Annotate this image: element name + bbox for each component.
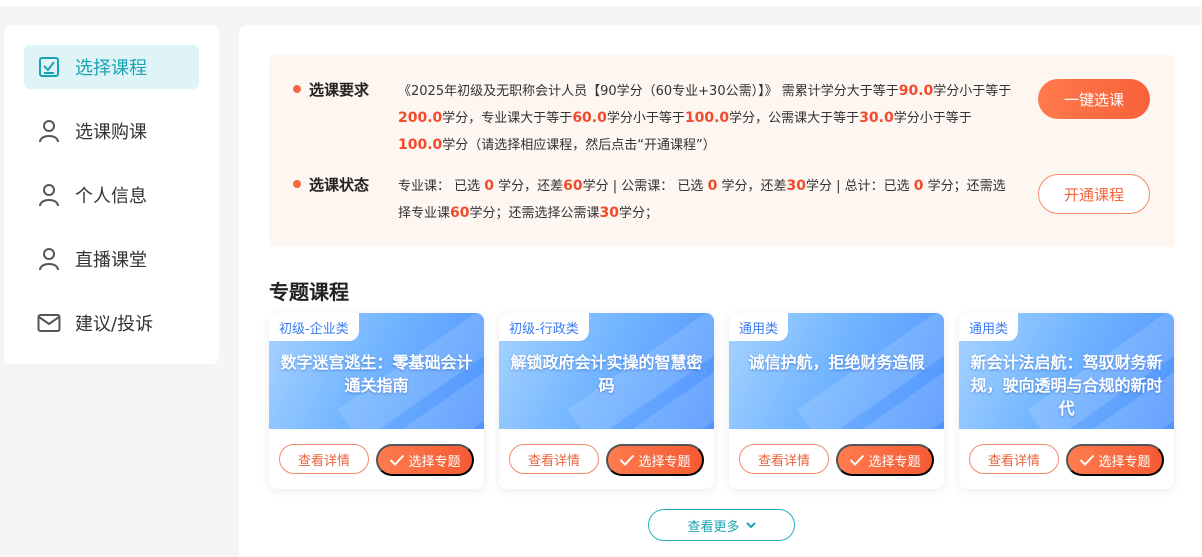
sidebar-item-personal-info[interactable]: 个人信息 bbox=[24, 173, 199, 217]
card-title: 新会计法启航：驾驭财务新规，驶向透明与合规的新时代 bbox=[970, 353, 1163, 418]
card-tag: 通用类 bbox=[959, 313, 1019, 341]
bullet-dot-icon bbox=[293, 85, 301, 93]
status-title: 选课状态 bbox=[293, 173, 398, 227]
user-icon bbox=[36, 118, 62, 144]
user-icon bbox=[36, 182, 62, 208]
sidebar: 选择课程 选课购课 个人信息 直播课堂 建议/投诉 bbox=[4, 25, 219, 364]
one-click-select-button[interactable]: 一键选课 bbox=[1038, 79, 1150, 119]
mail-icon bbox=[36, 310, 62, 336]
card-banner[interactable]: 初级-行政类 解锁政府会计实操的智慧密码 bbox=[499, 313, 714, 429]
user-icon bbox=[36, 246, 62, 272]
view-details-button[interactable]: 查看详情 bbox=[739, 444, 829, 474]
card-tag: 通用类 bbox=[729, 313, 789, 341]
course-card: 通用类 新会计法启航：驾驭财务新规，驶向透明与合规的新时代 查看详情 选择专题 bbox=[959, 313, 1174, 489]
chevron-down-icon bbox=[745, 521, 756, 528]
requirement-text: 《2025年初级及无职称会计人员【90学分（60专业+30公需）】》 需累计学分… bbox=[398, 83, 1012, 153]
select-topic-button[interactable]: 选择专题 bbox=[606, 444, 704, 476]
section-title: 专题课程 bbox=[269, 280, 349, 304]
sidebar-item-live-class[interactable]: 直播课堂 bbox=[24, 237, 199, 281]
bullet-dot-icon bbox=[293, 180, 301, 188]
card-banner[interactable]: 通用类 诚信护航，拒绝财务造假 bbox=[729, 313, 944, 429]
top-bar bbox=[0, 0, 1202, 6]
open-course-button[interactable]: 开通课程 bbox=[1038, 174, 1150, 214]
status-text: 专业课： 已选 0 学分，还差60学分 | 公需课： 已选 0 学分，还差30学… bbox=[398, 178, 1006, 221]
view-more-button[interactable]: 查看更多 bbox=[648, 509, 795, 541]
card-banner[interactable]: 通用类 新会计法启航：驾驭财务新规，驶向透明与合规的新时代 bbox=[959, 313, 1174, 429]
sidebar-item-select-course[interactable]: 选择课程 bbox=[24, 45, 199, 89]
requirement-row: 选课要求 《2025年初级及无职称会计人员【90学分（60专业+30公需）】》 … bbox=[293, 78, 1013, 159]
sidebar-item-label: 选择课程 bbox=[75, 58, 147, 79]
check-icon bbox=[850, 454, 865, 466]
course-card: 初级-企业类 数字迷宫逃生：零基础会计通关指南 查看详情 选择专题 bbox=[269, 313, 484, 489]
check-icon bbox=[390, 454, 405, 466]
sidebar-item-feedback[interactable]: 建议/投诉 bbox=[24, 301, 199, 345]
checkbox-icon bbox=[36, 54, 62, 80]
card-title: 诚信护航，拒绝财务造假 bbox=[748, 353, 925, 372]
sidebar-item-label: 个人信息 bbox=[75, 186, 147, 207]
card-tag: 初级-企业类 bbox=[269, 313, 359, 341]
card-title: 数字迷宫逃生：零基础会计通关指南 bbox=[280, 353, 473, 395]
sidebar-item-label: 建议/投诉 bbox=[75, 314, 154, 335]
sidebar-item-label: 直播课堂 bbox=[75, 250, 147, 271]
main-panel: 选课要求 《2025年初级及无职称会计人员【90学分（60专业+30公需）】》 … bbox=[239, 25, 1202, 557]
check-icon bbox=[1080, 454, 1095, 466]
sidebar-item-purchase-course[interactable]: 选课购课 bbox=[24, 109, 199, 153]
course-card: 通用类 诚信护航，拒绝财务造假 查看详情 选择专题 bbox=[729, 313, 944, 489]
card-title: 解锁政府会计实操的智慧密码 bbox=[510, 353, 703, 395]
select-topic-button[interactable]: 选择专题 bbox=[836, 444, 934, 476]
course-card: 初级-行政类 解锁政府会计实操的智慧密码 查看详情 选择专题 bbox=[499, 313, 714, 489]
check-icon bbox=[620, 454, 635, 466]
requirement-title: 选课要求 bbox=[293, 78, 398, 159]
view-details-button[interactable]: 查看详情 bbox=[279, 444, 369, 474]
status-row: 选课状态 专业课： 已选 0 学分，还差60学分 | 公需课： 已选 0 学分，… bbox=[293, 173, 1013, 227]
view-details-button[interactable]: 查看详情 bbox=[509, 444, 599, 474]
view-details-button[interactable]: 查看详情 bbox=[969, 444, 1059, 474]
select-topic-button[interactable]: 选择专题 bbox=[376, 444, 474, 476]
sidebar-item-label: 选课购课 bbox=[75, 122, 147, 143]
card-tag: 初级-行政类 bbox=[499, 313, 589, 341]
select-topic-button[interactable]: 选择专题 bbox=[1066, 444, 1164, 476]
card-banner[interactable]: 初级-企业类 数字迷宫逃生：零基础会计通关指南 bbox=[269, 313, 484, 429]
requirement-panel: 选课要求 《2025年初级及无职称会计人员【90学分（60专业+30公需）】》 … bbox=[269, 55, 1175, 247]
